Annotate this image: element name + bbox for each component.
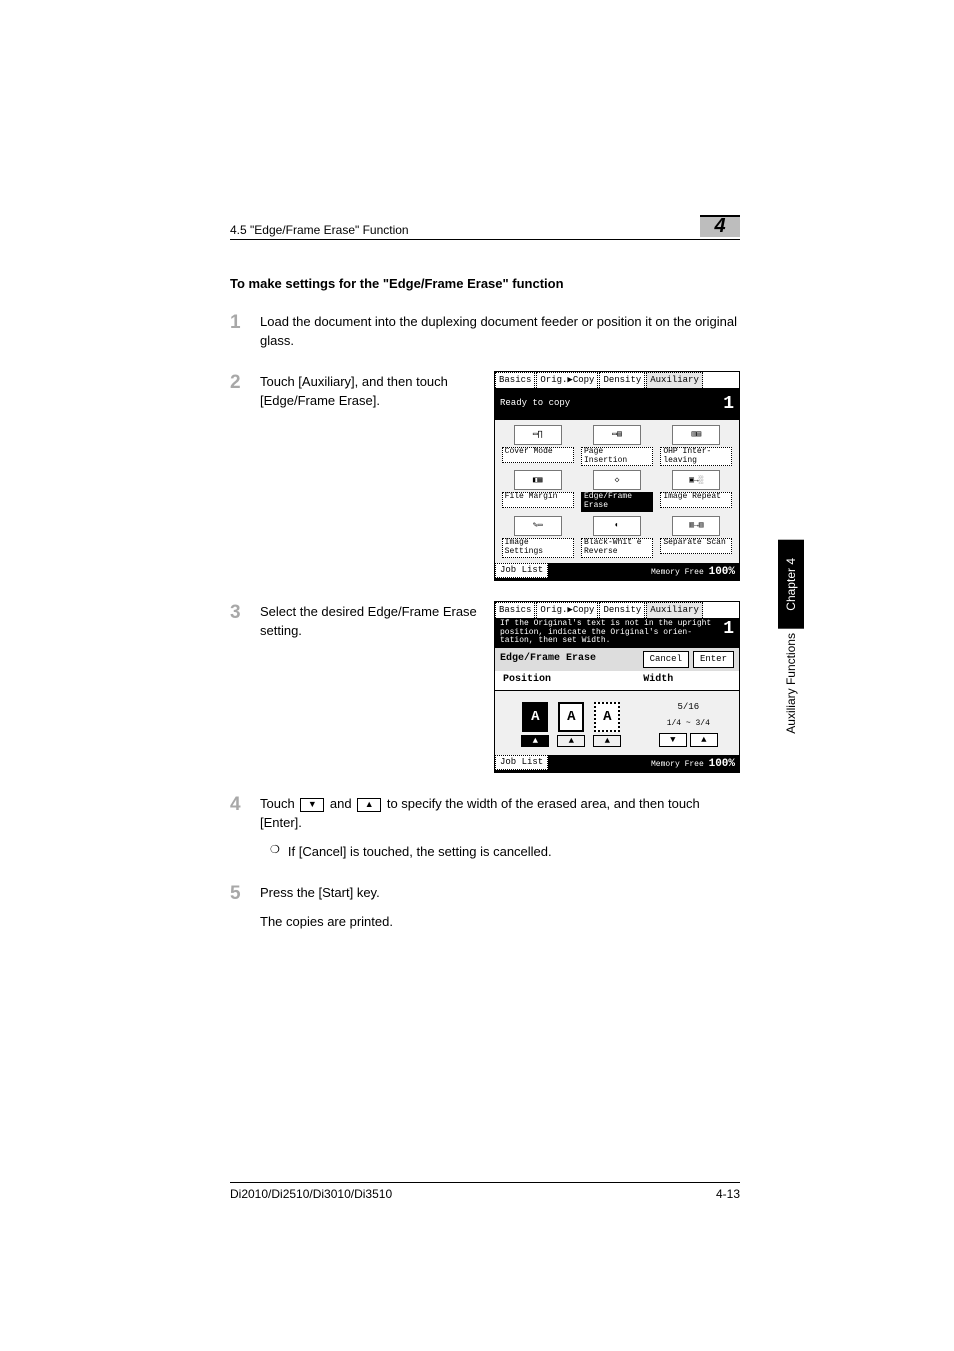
step-num-2: 2 xyxy=(230,373,250,581)
bw-reverse-icon: ◐ xyxy=(593,516,641,536)
step-num-5: 5 xyxy=(230,884,250,932)
lcd2-width-area: 5/16 1/4 ~ 3/4 ▼ ▲ xyxy=(646,701,731,748)
edge-frame-erase-button[interactable]: Edge/Frame Erase xyxy=(581,492,653,512)
position-left-select[interactable]: ▲ xyxy=(521,735,549,747)
page-header: 4.5 "Edge/Frame Erase" Function 4 xyxy=(230,215,740,240)
step-5-text1: Press the [Start] key. xyxy=(260,884,740,903)
lcd2-count: 1 xyxy=(723,620,734,646)
step-2: 2 Touch [Auxiliary], and then touch [Edg… xyxy=(230,373,740,581)
lcd2-width-value: 5/16 xyxy=(678,701,700,714)
file-margin-button[interactable]: File Margin xyxy=(502,492,574,508)
step-body-3: Select the desired Edge/Frame Erase sett… xyxy=(260,603,478,641)
step-num-4: 4 xyxy=(230,795,250,862)
step-body-4: Touch ▼ and ▲ to specify the width of th… xyxy=(260,795,740,833)
cover-mode-button[interactable]: Cover Mode xyxy=(502,447,574,463)
step-1: 1 Load the document into the duplexing d… xyxy=(230,313,740,351)
step-3: 3 Select the desired Edge/Frame Erase se… xyxy=(230,603,740,774)
separate-scan-button[interactable]: Separate Scan xyxy=(660,538,732,554)
inline-decrease-icon: ▼ xyxy=(300,798,324,812)
page-insertion-icon: ▭▤ xyxy=(593,425,641,445)
cover-mode-icon: ▭∏ xyxy=(514,425,562,445)
image-settings-icon: ✎▭ xyxy=(514,516,562,536)
lcd2-position-area: A ▲ A ▲ A ▲ xyxy=(503,701,640,748)
lcd1-tab-auxiliary[interactable]: Auxiliary xyxy=(646,372,703,388)
substep-bullet-icon: ❍ xyxy=(270,843,280,862)
lcd1-count: 1 xyxy=(723,391,734,417)
page-footer: Di2010/Di2510/Di3010/Di3510 4-13 xyxy=(230,1182,740,1201)
ohp-interleaving-button[interactable]: OHP Inter- leaving xyxy=(660,447,732,467)
width-increase-button[interactable]: ▲ xyxy=(690,733,718,747)
bw-reverse-button[interactable]: Black-Whit e Reverse xyxy=(581,538,653,558)
footer-page-number: 4-13 xyxy=(716,1187,740,1201)
edge-frame-erase-icon: ◇ xyxy=(593,470,641,490)
step-5-text2: The copies are printed. xyxy=(260,913,740,932)
image-settings-button[interactable]: Image Settings xyxy=(502,538,574,558)
image-repeat-button[interactable]: Image Repeat xyxy=(660,492,732,508)
separate-scan-icon: ▥→▥ xyxy=(672,516,720,536)
ohp-interleaving-icon: ▥▤ xyxy=(672,425,720,445)
substep-text: If [Cancel] is touched, the setting is c… xyxy=(288,843,552,862)
lcd2-instruction-text: If the Original's text is not in the upr… xyxy=(500,620,723,646)
chapter-number: 4 xyxy=(714,215,725,238)
step-body-2: Touch [Auxiliary], and then touch [Edge/… xyxy=(260,373,478,411)
lcd2-memory-indicator: Memory Free 100% xyxy=(651,759,735,770)
lcd1-tab-origcopy[interactable]: Orig.▶Copy xyxy=(536,372,598,388)
step-body-1: Load the document into the duplexing doc… xyxy=(260,313,740,351)
lcd2-enter-button[interactable]: Enter xyxy=(693,651,734,668)
lcd1-status-text: Ready to copy xyxy=(500,397,570,410)
lcd2-tab-density[interactable]: Density xyxy=(599,602,645,618)
lcd-panel-2: Basics Orig.▶Copy Density Auxiliary If t… xyxy=(494,601,740,774)
image-repeat-icon: ▣→░ xyxy=(672,470,720,490)
lcd2-job-list-button[interactable]: Job List xyxy=(495,755,548,770)
step-4-substep: ❍ If [Cancel] is touched, the setting is… xyxy=(260,843,740,862)
position-frame-select[interactable]: ▲ xyxy=(593,735,621,747)
lcd1-tab-density[interactable]: Density xyxy=(599,372,645,388)
step-num-3: 3 xyxy=(230,603,250,774)
position-frame-icon: A xyxy=(594,702,620,732)
lcd2-tab-basics[interactable]: Basics xyxy=(495,602,535,618)
lcd1-tab-basics[interactable]: Basics xyxy=(495,372,535,388)
position-top-icon: A xyxy=(558,702,584,732)
lcd2-tab-origcopy[interactable]: Orig.▶Copy xyxy=(536,602,598,618)
section-title: To make settings for the "Edge/Frame Era… xyxy=(230,276,740,291)
side-tab-chapter: Chapter 4 xyxy=(778,540,804,629)
lcd2-mode-label: Edge/Frame Erase xyxy=(500,652,639,667)
step-num-1: 1 xyxy=(230,313,250,351)
step-5: 5 Press the [Start] key. The copies are … xyxy=(230,884,740,932)
lcd2-width-range: 1/4 ~ 3/4 xyxy=(667,718,710,730)
side-tab: Chapter 4 Auxiliary Functions xyxy=(778,540,804,747)
file-margin-icon: ◧▦ xyxy=(514,470,562,490)
lcd-panel-1: Basics Orig.▶Copy Density Auxiliary Read… xyxy=(494,371,740,581)
footer-model: Di2010/Di2510/Di3010/Di3510 xyxy=(230,1187,392,1201)
inline-increase-icon: ▲ xyxy=(357,798,381,812)
lcd1-memory-indicator: Memory Free 100% xyxy=(651,567,735,578)
chapter-number-box: 4 xyxy=(700,215,740,237)
width-decrease-button[interactable]: ▼ xyxy=(659,733,687,747)
lcd1-job-list-button[interactable]: Job List xyxy=(495,563,548,578)
position-left-icon: A xyxy=(522,702,548,732)
lcd2-position-label: Position xyxy=(503,673,643,688)
header-section-label: 4.5 "Edge/Frame Erase" Function xyxy=(230,223,409,237)
page-insertion-button[interactable]: Page Insertion xyxy=(581,447,653,467)
lcd2-width-label: Width xyxy=(643,673,731,688)
lcd2-cancel-button[interactable]: Cancel xyxy=(643,651,689,668)
lcd2-tab-auxiliary[interactable]: Auxiliary xyxy=(646,602,703,618)
position-top-select[interactable]: ▲ xyxy=(557,735,585,747)
step-4: 4 Touch ▼ and ▲ to specify the width of … xyxy=(230,795,740,862)
side-tab-section: Auxiliary Functions xyxy=(778,629,804,748)
